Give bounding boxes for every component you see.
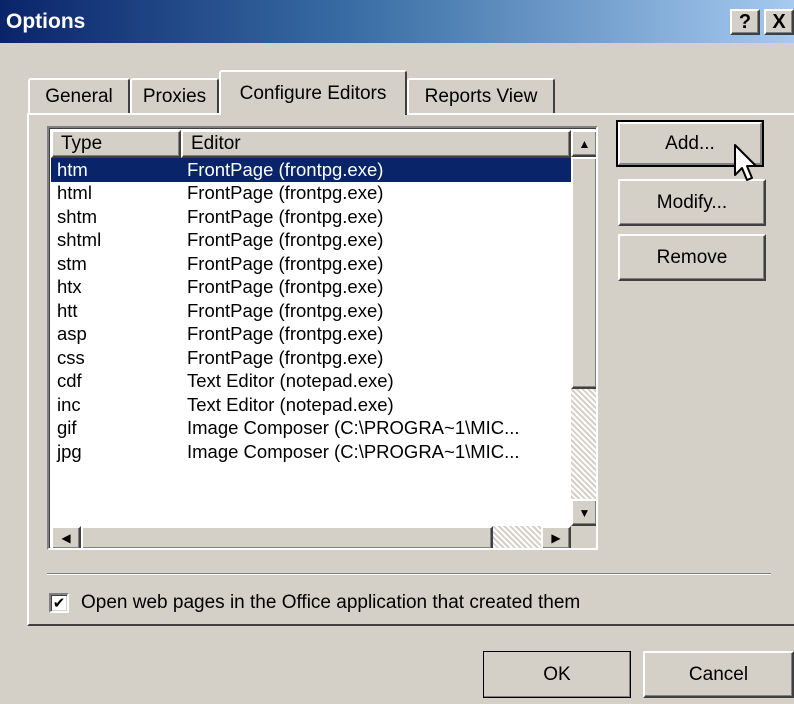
row-editor: FrontPage (frontpg.exe) xyxy=(187,229,384,251)
vertical-scroll-thumb[interactable] xyxy=(571,157,596,389)
open-in-office-checkbox[interactable]: ✔ xyxy=(49,593,69,613)
button-label: Cancel xyxy=(688,663,749,685)
button-label: Remove xyxy=(656,246,728,268)
row-type: jpg xyxy=(57,440,82,462)
title-bar[interactable]: Options ? X xyxy=(0,0,794,43)
tab-label: Reports View xyxy=(424,86,538,107)
row-type: htt xyxy=(57,299,78,321)
tab-configure-editors[interactable]: Configure Editors xyxy=(219,70,407,115)
open-in-office-option[interactable]: ✔ Open web pages in the Office applicati… xyxy=(49,592,580,614)
help-icon: ? xyxy=(738,11,752,33)
row-editor: Text Editor (notepad.exe) xyxy=(187,393,394,415)
row-type: htm xyxy=(57,158,88,180)
column-label: Type xyxy=(61,133,103,154)
list-row[interactable]: cdf Text Editor (notepad.exe) xyxy=(51,370,571,394)
column-header-type[interactable]: Type xyxy=(51,130,181,158)
tab-reports-view[interactable]: Reports View xyxy=(407,78,555,114)
tab-label: Proxies xyxy=(142,86,207,107)
scroll-down-button[interactable]: ▼ xyxy=(571,499,596,526)
row-editor: FrontPage (frontpg.exe) xyxy=(187,158,384,180)
row-type: gif xyxy=(57,417,77,439)
checkbox-label: Open web pages in the Office application… xyxy=(81,592,581,613)
column-header-editor[interactable]: Editor xyxy=(181,130,571,158)
mouse-pointer-icon xyxy=(734,144,757,181)
row-type: asp xyxy=(57,323,87,345)
help-button[interactable]: ? xyxy=(730,9,760,35)
close-icon: X xyxy=(772,11,786,33)
tab-general[interactable]: General xyxy=(28,78,130,114)
row-editor: FrontPage (frontpg.exe) xyxy=(187,182,384,204)
window-title: Options xyxy=(6,9,86,33)
arrow-right-icon: ▶ xyxy=(551,531,561,545)
tab-proxies[interactable]: Proxies xyxy=(130,78,219,114)
modify-button[interactable]: Modify... xyxy=(618,179,766,226)
horizontal-scroll-thumb[interactable] xyxy=(81,526,493,548)
scrollbar-corner xyxy=(571,526,596,548)
row-editor: FrontPage (frontpg.exe) xyxy=(187,346,384,368)
vertical-scrollbar[interactable]: ▲ ▼ xyxy=(571,130,596,526)
horizontal-scrollbar[interactable]: ◀ ▶ xyxy=(51,526,571,548)
list-row[interactable]: jpg Image Composer (C:\PROGRA~1\MIC... xyxy=(51,440,571,464)
arrow-left-icon: ◀ xyxy=(61,531,71,545)
list-row[interactable]: asp FrontPage (frontpg.exe) xyxy=(51,323,571,347)
arrow-down-icon: ▼ xyxy=(578,505,591,520)
scroll-left-button[interactable]: ◀ xyxy=(51,526,81,548)
options-dialog: { "window": { "title": "Options", "help_… xyxy=(0,0,794,704)
arrow-up-icon: ▲ xyxy=(578,136,591,151)
ok-button[interactable]: OK xyxy=(483,651,631,698)
row-type: stm xyxy=(57,252,87,274)
list-row[interactable]: htx FrontPage (frontpg.exe) xyxy=(51,276,571,300)
list-row[interactable]: htt FrontPage (frontpg.exe) xyxy=(51,299,571,323)
list-header: Type Editor xyxy=(51,130,571,158)
row-type: css xyxy=(57,346,85,368)
list-row[interactable]: css FrontPage (frontpg.exe) xyxy=(51,346,571,370)
row-editor: FrontPage (frontpg.exe) xyxy=(187,299,384,321)
list-row[interactable]: stm FrontPage (frontpg.exe) xyxy=(51,252,571,276)
row-type: cdf xyxy=(57,370,82,392)
close-button[interactable]: X xyxy=(764,9,794,35)
row-type: inc xyxy=(57,393,81,415)
list-row[interactable]: shtml FrontPage (frontpg.exe) xyxy=(51,229,571,253)
row-type: html xyxy=(57,182,92,204)
row-editor: FrontPage (frontpg.exe) xyxy=(187,323,384,345)
row-editor: FrontPage (frontpg.exe) xyxy=(187,252,384,274)
scroll-up-button[interactable]: ▲ xyxy=(571,130,596,157)
remove-button[interactable]: Remove xyxy=(618,234,766,281)
row-editor: Text Editor (notepad.exe) xyxy=(187,370,394,392)
list-row[interactable]: inc Text Editor (notepad.exe) xyxy=(51,393,571,417)
cancel-button[interactable]: Cancel xyxy=(643,651,794,698)
list-row[interactable]: gif Image Composer (C:\PROGRA~1\MIC... xyxy=(51,417,571,441)
scroll-right-button[interactable]: ▶ xyxy=(541,526,571,548)
editors-list[interactable]: Type Editor htm FrontPage (frontpg.exe) h… xyxy=(47,126,598,550)
row-editor: FrontPage (frontpg.exe) xyxy=(187,205,384,227)
button-label: Modify... xyxy=(656,191,728,213)
horizontal-scroll-track[interactable] xyxy=(493,526,541,548)
row-editor: Image Composer (C:\PROGRA~1\MIC... xyxy=(187,440,520,462)
row-type: shtml xyxy=(57,229,102,251)
button-label: OK xyxy=(543,663,571,685)
button-label: Add... xyxy=(665,132,715,154)
row-type: shtm xyxy=(57,205,98,227)
row-editor: FrontPage (frontpg.exe) xyxy=(187,276,384,298)
list-rows: htm FrontPage (frontpg.exe) html FrontPage… xyxy=(51,158,571,528)
row-type: htx xyxy=(57,276,82,298)
list-row[interactable]: htm FrontPage (frontpg.exe) xyxy=(51,158,571,182)
column-label: Editor xyxy=(191,133,241,154)
list-row[interactable]: html FrontPage (frontpg.exe) xyxy=(51,182,571,206)
checkmark-icon: ✔ xyxy=(52,594,66,612)
tab-label: General xyxy=(45,86,113,107)
list-row[interactable]: shtm FrontPage (frontpg.exe) xyxy=(51,205,571,229)
row-editor: Image Composer (C:\PROGRA~1\MIC... xyxy=(187,417,520,439)
tab-label: Configure Editors xyxy=(239,82,387,104)
separator xyxy=(47,573,771,575)
